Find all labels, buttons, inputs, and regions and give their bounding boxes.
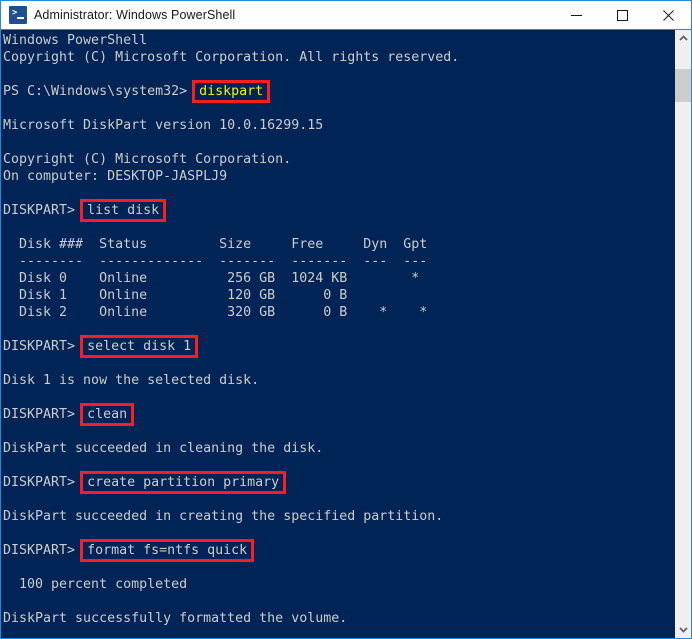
- vertical-scrollbar[interactable]: [675, 30, 691, 638]
- highlighted-command: format fs=ntfs quick: [83, 542, 251, 559]
- highlighted-command: select disk 1: [83, 338, 195, 355]
- console-text-line: Copyright (C) Microsoft Corporation. All…: [3, 49, 675, 66]
- maximize-icon: [617, 10, 628, 21]
- console-text-line: Disk 1 is now the selected disk.: [3, 372, 675, 389]
- console-text-line: 100 percent completed: [3, 576, 675, 593]
- console-command-line: DISKPART> create partition primary: [3, 474, 675, 491]
- console-text-line: [3, 627, 675, 638]
- highlighted-command: diskpart: [195, 83, 267, 100]
- console-text-line: On computer: DESKTOP-JASPLJ9: [3, 168, 675, 185]
- powershell-icon: >: [9, 6, 27, 24]
- console-text-line: [3, 491, 675, 508]
- console-text-line: Windows PowerShell: [3, 32, 675, 49]
- console-text-line: [3, 525, 675, 542]
- console-prompt: DISKPART>: [3, 543, 83, 558]
- title-bar[interactable]: > Administrator: Windows PowerShell: [1, 1, 691, 30]
- powershell-window: > Administrator: Windows PowerShell: [0, 0, 692, 639]
- close-icon: [663, 10, 674, 21]
- console-text-line: DiskPart succeeded in creating the speci…: [3, 508, 675, 525]
- console-text-line: [3, 355, 675, 372]
- console-text-line: -------- ------------- ------- ------- -…: [3, 253, 675, 270]
- console-text-line: Disk ### Status Size Free Dyn Gpt: [3, 236, 675, 253]
- console-text-line: [3, 219, 675, 236]
- window-title: Administrator: Windows PowerShell: [34, 8, 235, 22]
- console-text-line: [3, 100, 675, 117]
- minimize-button[interactable]: [553, 1, 599, 29]
- console-prompt: DISKPART>: [3, 339, 83, 354]
- console-prompt: PS C:\Windows\system32>: [3, 84, 195, 99]
- highlighted-command: clean: [83, 406, 131, 423]
- console-text-line: DiskPart successfully formatted the volu…: [3, 610, 675, 627]
- console-command-line: DISKPART> select disk 1: [3, 338, 675, 355]
- console-command-line: DISKPART> format fs=ntfs quick: [3, 542, 675, 559]
- console-text-line: DiskPart succeeded in cleaning the disk.: [3, 440, 675, 457]
- chevron-up-icon: [679, 35, 688, 42]
- console-text-line: [3, 389, 675, 406]
- console-text-line: [3, 66, 675, 83]
- console-text-line: Microsoft DiskPart version 10.0.16299.15: [3, 117, 675, 134]
- close-button[interactable]: [645, 1, 691, 29]
- console-prompt: DISKPART>: [3, 475, 83, 490]
- prompt-underscore-glyph: [17, 17, 24, 19]
- console-text-line: [3, 321, 675, 338]
- minimize-icon: [571, 10, 582, 21]
- console-prompt: DISKPART>: [3, 203, 83, 218]
- highlighted-command: create partition primary: [83, 474, 283, 491]
- console-text-line: [3, 185, 675, 202]
- scroll-up-button[interactable]: [675, 30, 691, 47]
- scrollbar-track[interactable]: [675, 47, 691, 621]
- console-text-line: [3, 423, 675, 440]
- scroll-down-button[interactable]: [675, 621, 691, 638]
- console-command-line: DISKPART> clean: [3, 406, 675, 423]
- console-text-line: [3, 593, 675, 610]
- console-text-line: Disk 1 Online 120 GB 0 B: [3, 287, 675, 304]
- console-area[interactable]: Windows PowerShellCopyright (C) Microsof…: [1, 30, 691, 638]
- console-text-line: Disk 2 Online 320 GB 0 B * *: [3, 304, 675, 321]
- console-command-line: PS C:\Windows\system32> diskpart: [3, 83, 675, 100]
- console-text-line: [3, 457, 675, 474]
- console-text-line: [3, 134, 675, 151]
- highlighted-command: list disk: [83, 202, 163, 219]
- console-text-line: Copyright (C) Microsoft Corporation.: [3, 151, 675, 168]
- maximize-button[interactable]: [599, 1, 645, 29]
- console-command-line: DISKPART> list disk: [3, 202, 675, 219]
- console-text-line: Disk 0 Online 256 GB 1024 KB *: [3, 270, 675, 287]
- console-prompt: DISKPART>: [3, 407, 83, 422]
- console-output[interactable]: Windows PowerShellCopyright (C) Microsof…: [1, 30, 675, 638]
- window-controls: [553, 1, 691, 29]
- chevron-down-icon: [679, 626, 688, 633]
- scrollbar-thumb[interactable]: [675, 69, 691, 102]
- console-text-line: [3, 559, 675, 576]
